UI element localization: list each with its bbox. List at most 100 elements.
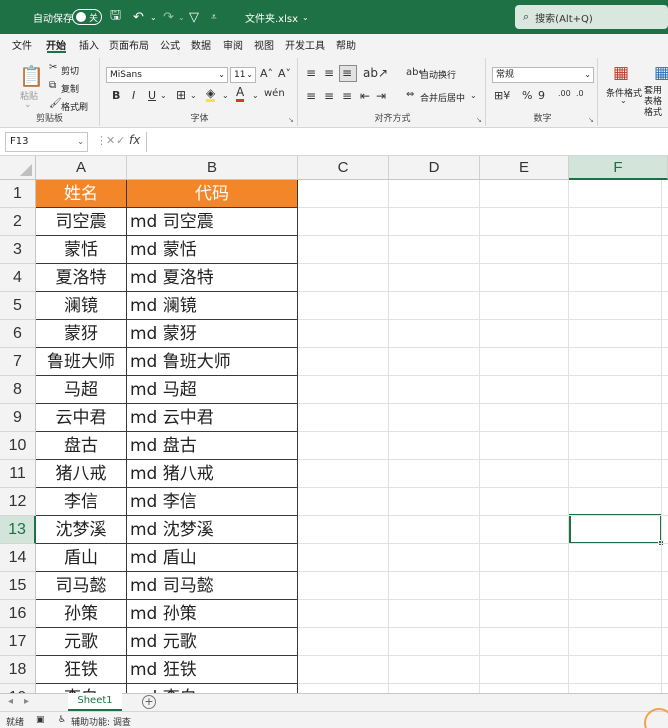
cell-code[interactable]: md 盘古 xyxy=(127,432,298,460)
cell-code[interactable]: md 司空震 xyxy=(127,208,298,236)
cell-name[interactable]: 司空震 xyxy=(36,208,127,236)
row-header[interactable]: 2 xyxy=(0,208,36,236)
add-sheet-button[interactable]: + xyxy=(142,695,156,709)
bold-button[interactable]: B xyxy=(112,89,120,102)
number-format-select[interactable]: 常规 ⌄ xyxy=(492,67,594,83)
row-header[interactable]: 11 xyxy=(0,460,36,488)
sheet-tab-sheet1[interactable]: Sheet1 xyxy=(68,693,122,711)
row-header[interactable]: 1 xyxy=(0,180,36,208)
cell-code[interactable]: md 云中君 xyxy=(127,404,298,432)
cell-name[interactable]: 孙策 xyxy=(36,600,127,628)
comma-style-icon[interactable]: 9 xyxy=(538,89,545,102)
header-cell-name[interactable]: 姓名 xyxy=(36,180,127,208)
undo-icon[interactable]: ↶ xyxy=(133,0,144,34)
wrap-text-button[interactable]: 自动换行 xyxy=(420,68,456,81)
row-header[interactable]: 4 xyxy=(0,264,36,292)
chevron-down-icon[interactable]: ⌄ xyxy=(252,91,259,100)
cancel-icon[interactable]: ✕ xyxy=(106,134,115,147)
file-name[interactable]: 文件夹.xlsx ⌄ xyxy=(245,0,309,34)
column-header-a[interactable]: A xyxy=(36,156,127,180)
cell-code[interactable]: md 马超 xyxy=(127,376,298,404)
cell-name[interactable]: 马超 xyxy=(36,376,127,404)
cell-name[interactable]: 盘古 xyxy=(36,432,127,460)
chevron-down-icon[interactable]: ⌄ xyxy=(470,91,477,100)
align-left-icon[interactable]: ≡ xyxy=(306,89,316,103)
cell-name[interactable]: 元歌 xyxy=(36,628,127,656)
conditional-formatting-icon[interactable]: ▦ xyxy=(613,63,629,83)
row-header[interactable]: 5 xyxy=(0,292,36,320)
cell-code[interactable]: md 司马懿 xyxy=(127,572,298,600)
tab-review[interactable]: 审阅 xyxy=(223,37,243,52)
enter-icon[interactable]: ✓ xyxy=(116,134,125,147)
customize-toolbar-icon[interactable]: ⩡ xyxy=(211,0,217,34)
chevron-down-icon[interactable]: ⌄ xyxy=(620,96,627,105)
align-middle-icon[interactable]: ≡ xyxy=(324,66,334,80)
fill-color-icon[interactable]: ◈ xyxy=(206,87,216,102)
chevron-down-icon[interactable]: ⌄ xyxy=(190,91,197,100)
insert-function-button[interactable]: fx xyxy=(129,133,140,147)
phonetic-icon[interactable]: wén xyxy=(264,88,285,99)
format-painter-icon[interactable]: 🖌 xyxy=(49,98,62,109)
row-header[interactable]: 17 xyxy=(0,628,36,656)
cell-name[interactable]: 蒙犽 xyxy=(36,320,127,348)
redo-icon[interactable]: ↷ xyxy=(163,0,174,34)
font-name-select[interactable]: MiSans ⌄ xyxy=(106,67,228,83)
column-header-b[interactable]: B xyxy=(127,156,298,180)
undo-dropdown-icon[interactable]: ⌄ xyxy=(150,0,157,34)
cell-name[interactable]: 鲁班大师 xyxy=(36,348,127,376)
align-top-icon[interactable]: ≡ xyxy=(306,66,316,80)
autosave-toggle[interactable]: 关 xyxy=(72,9,102,25)
cell-name[interactable]: 狂铁 xyxy=(36,656,127,684)
macro-record-icon[interactable]: ▣ xyxy=(36,715,45,725)
row-header[interactable]: 10 xyxy=(0,432,36,460)
cell-name[interactable]: 澜镜 xyxy=(36,292,127,320)
chevron-down-icon[interactable]: ⌄ xyxy=(160,91,167,100)
cut-button[interactable]: 剪切 xyxy=(61,64,79,77)
dialog-launcher-icon[interactable]: ↘ xyxy=(588,116,594,124)
tab-formulas[interactable]: 公式 xyxy=(160,37,180,52)
copy-icon[interactable]: ⧉ xyxy=(49,80,56,91)
accessibility-status[interactable]: 辅助功能: 调查 xyxy=(71,715,131,728)
merge-center-icon[interactable]: ⇔ xyxy=(406,89,414,100)
align-right-icon[interactable]: ≡ xyxy=(342,89,352,103)
tab-data[interactable]: 数据 xyxy=(191,37,211,52)
cell-code[interactable]: md 蒙犽 xyxy=(127,320,298,348)
header-cell-code[interactable]: 代码 xyxy=(127,180,298,208)
font-color-icon[interactable]: A xyxy=(236,86,245,102)
cell-code[interactable]: md 李信 xyxy=(127,488,298,516)
cell-name[interactable]: 沈梦溪 xyxy=(36,516,127,544)
italic-button[interactable]: I xyxy=(132,89,135,102)
cell-code[interactable]: md 澜镜 xyxy=(127,292,298,320)
tab-help[interactable]: 帮助 xyxy=(336,37,356,52)
tab-view[interactable]: 视图 xyxy=(254,37,274,52)
font-size-select[interactable]: 11 ⌄ xyxy=(230,67,256,83)
decrease-font-icon[interactable]: A˅ xyxy=(278,67,291,80)
name-box[interactable]: F13 ⌄ xyxy=(5,132,88,152)
align-bottom-icon[interactable]: ≡ xyxy=(342,66,352,80)
row-header[interactable]: 14 xyxy=(0,544,36,572)
underline-button[interactable]: U xyxy=(148,89,156,102)
cell-code[interactable]: md 元歌 xyxy=(127,628,298,656)
paste-icon[interactable]: 📋 xyxy=(19,64,44,88)
tab-home[interactable]: 开始 xyxy=(46,37,66,52)
format-as-table-button[interactable]: 套用表格格式 xyxy=(644,86,666,119)
cell-code[interactable]: md 盾山 xyxy=(127,544,298,572)
cell-code[interactable]: md 猪八戒 xyxy=(127,460,298,488)
column-header-f[interactable]: F xyxy=(569,156,668,180)
prev-sheet-icon[interactable]: ◂ xyxy=(8,696,13,707)
row-header[interactable]: 12 xyxy=(0,488,36,516)
row-header[interactable]: 6 xyxy=(0,320,36,348)
tab-insert[interactable]: 插入 xyxy=(79,37,99,52)
cell-name[interactable]: 李白 xyxy=(36,684,127,693)
formula-input[interactable] xyxy=(146,132,668,152)
copy-button[interactable]: 复制 xyxy=(61,82,79,95)
cell-code[interactable]: md 蒙恬 xyxy=(127,236,298,264)
increase-font-icon[interactable]: A˄ xyxy=(260,67,273,80)
percent-icon[interactable]: % xyxy=(522,89,532,102)
row-header[interactable]: 19 xyxy=(0,684,36,693)
cell-name[interactable]: 李信 xyxy=(36,488,127,516)
row-header[interactable]: 9 xyxy=(0,404,36,432)
cell-code[interactable]: md 李白 xyxy=(127,684,298,693)
cell-code[interactable]: md 狂铁 xyxy=(127,656,298,684)
tab-page-layout[interactable]: 页面布局 xyxy=(109,37,149,52)
